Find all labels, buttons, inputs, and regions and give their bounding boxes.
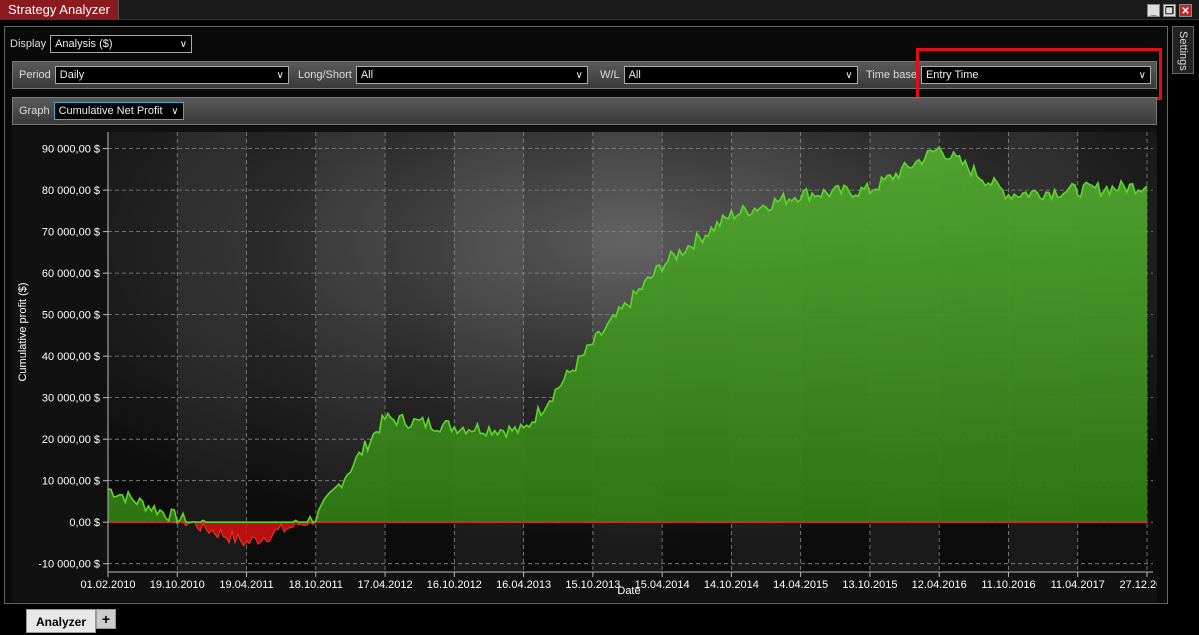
x-tick-label: 14.04.2015: [773, 579, 828, 591]
x-tick-label: 16.04.2013: [496, 579, 551, 591]
y-tick-label: 40 000,00 $: [42, 351, 100, 363]
chevron-down-icon: ∨: [276, 70, 284, 81]
graph-bar: Graph Cumulative Net Profit ∨: [12, 97, 1157, 125]
y-tick-label: 60 000,00 $: [42, 268, 100, 280]
long-short-select-value: All: [360, 69, 374, 81]
chevron-down-icon: ∨: [845, 70, 853, 81]
chart-panel: 90 000,00 $ 80 000,00 $ 70 000,00 $ 60 000,…: [12, 126, 1175, 602]
graph-select[interactable]: Cumulative Net Profit ∨: [53, 102, 184, 120]
x-tick-label: 19.10.2010: [150, 579, 205, 591]
window-title: Strategy Analyzer: [0, 0, 119, 20]
wl-select-value: All: [628, 69, 641, 81]
minimize-icon[interactable]: _: [1147, 4, 1160, 17]
x-tick-label: 01.02.2010: [80, 579, 135, 591]
x-tick-label: 16.10.2012: [427, 579, 482, 591]
graph-select-value: Cumulative Net Profit: [58, 105, 163, 117]
period-select[interactable]: Daily ∨: [54, 66, 289, 84]
close-icon[interactable]: ✕: [1179, 4, 1192, 17]
y-axis-label: Cumulative profit ($): [17, 282, 29, 381]
add-tab-button[interactable]: +: [96, 609, 116, 629]
highlight-box: [916, 48, 1162, 100]
x-tick-label: 11.10.2016: [981, 579, 1035, 591]
y-tick-label: 20 000,00 $: [42, 434, 100, 446]
display-select-value: Analysis ($): [55, 38, 113, 50]
x-tick-label: 27.12.2017: [1119, 579, 1157, 591]
x-tick-label: 11.04.2017: [1051, 579, 1105, 591]
y-tick-label: -10 000,00 $: [38, 559, 100, 571]
long-short-select[interactable]: All ∨: [355, 66, 588, 84]
period-label: Period: [19, 69, 51, 81]
settings-tab-label: Settings: [1177, 31, 1189, 71]
x-tick-label: 15.04.2014: [635, 579, 690, 591]
title-bar: Strategy Analyzer _ ❐ ✕: [0, 0, 1199, 20]
display-row: Display Analysis ($) ∨: [10, 34, 193, 54]
display-label: Display: [10, 38, 47, 50]
y-tick-label: 90 000,00 $: [42, 144, 100, 156]
wl-label: W/L: [600, 69, 620, 81]
y-tick-label: 70 000,00 $: [42, 227, 100, 239]
x-axis-label: Date: [617, 585, 640, 597]
x-tick-label: 14.10.2014: [704, 579, 759, 591]
y-tick-label: 30 000,00 $: [42, 393, 100, 405]
x-tick-label: 12.04.2016: [912, 579, 967, 591]
y-tick-label: 0,00 $: [69, 517, 100, 529]
x-tick-label: 15.10.2013: [565, 579, 620, 591]
y-tick-label: 10 000,00 $: [42, 476, 100, 488]
long-short-label: Long/Short: [298, 69, 352, 81]
tab-analyzer[interactable]: Analyzer: [26, 609, 96, 633]
x-tick-label: 18.10.2011: [289, 579, 343, 591]
time-base-label: Time base: [866, 69, 917, 81]
x-tick-label: 13.10.2015: [842, 579, 897, 591]
y-tick-label: 50 000,00 $: [42, 310, 100, 322]
time-band: [177, 132, 247, 572]
restore-icon[interactable]: ❐: [1163, 4, 1176, 17]
bottom-tab-bar: Analyzer +: [0, 606, 1199, 635]
y-tick-label: 80 000,00 $: [42, 185, 100, 197]
period-select-value: Daily: [59, 69, 85, 81]
wl-select[interactable]: All ∨: [623, 66, 858, 84]
profit-chart: 90 000,00 $ 80 000,00 $ 70 000,00 $ 60 000,…: [17, 132, 1175, 597]
display-select[interactable]: Analysis ($) ∨: [50, 35, 193, 53]
chevron-down-icon: ∨: [575, 70, 583, 81]
chevron-down-icon: ∨: [179, 39, 188, 50]
graph-label: Graph: [19, 105, 50, 117]
x-tick-label: 17.04.2012: [358, 579, 413, 591]
x-tick-label: 19.04.2011: [219, 579, 273, 591]
settings-tab[interactable]: Settings: [1172, 26, 1194, 74]
chevron-down-icon: ∨: [171, 106, 179, 117]
